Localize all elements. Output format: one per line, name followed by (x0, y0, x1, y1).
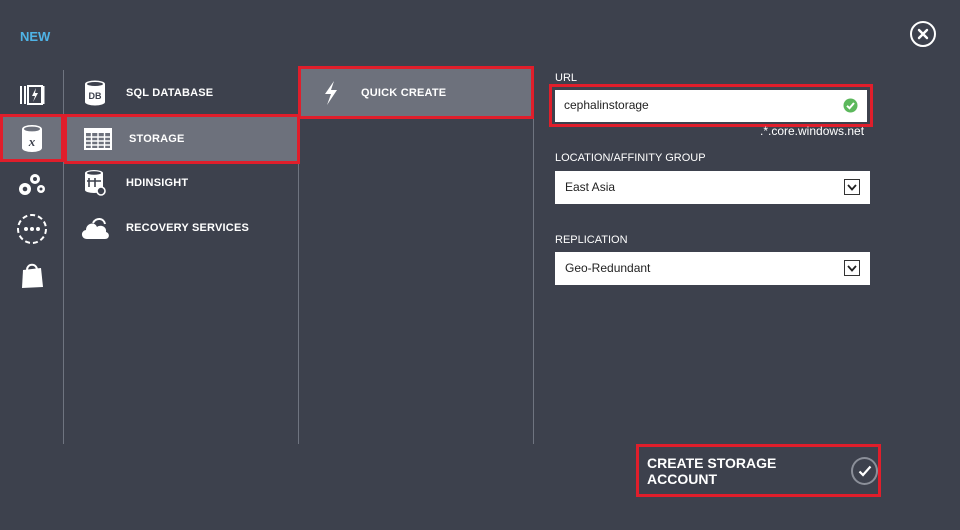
chevron-down-icon (844, 179, 860, 195)
store-icon[interactable] (0, 252, 64, 297)
service-hdinsight[interactable]: HDINSIGHT (64, 160, 298, 205)
db-icon: DB (85, 80, 105, 105)
service-label: RECOVERY SERVICES (126, 221, 250, 234)
create-button-label: CREATE STORAGE ACCOUNT (647, 454, 777, 487)
action-quick-create[interactable]: QUICK CREATE (298, 66, 534, 119)
action-label: QUICK CREATE (361, 86, 447, 99)
close-icon (917, 28, 929, 40)
service-sql-database[interactable]: DB SQL DATABASE (64, 70, 298, 115)
data-services-icon[interactable]: x (0, 114, 64, 162)
service-storage[interactable]: STORAGE (64, 114, 300, 164)
location-select-value: East Asia (565, 180, 616, 194)
location-label: LOCATION/AFFINITY GROUP (555, 152, 706, 164)
checkmark-icon (851, 456, 878, 485)
url-input[interactable]: cephalinstorage (555, 90, 867, 122)
replication-select-value: Geo-Redundant (565, 261, 651, 275)
svg-text:x: x (28, 134, 36, 149)
service-label: HDINSIGHT (126, 176, 189, 189)
svg-text:DB: DB (89, 91, 102, 101)
service-recovery-services[interactable]: RECOVERY SERVICES (64, 205, 298, 250)
chevron-down-icon (844, 260, 860, 276)
cloud-icon (81, 217, 109, 239)
replication-label: REPLICATION (555, 234, 628, 246)
service-label: SQL DATABASE (126, 86, 214, 99)
network-services-icon[interactable] (0, 206, 64, 251)
valid-check-icon (843, 98, 858, 113)
storage-grid-icon (84, 128, 112, 150)
url-input-value: cephalinstorage (564, 98, 649, 112)
close-button[interactable] (910, 21, 936, 47)
app-services-icon[interactable] (0, 162, 64, 207)
url-label: URL (555, 72, 578, 84)
url-suffix: .*.core.windows.net (760, 124, 865, 138)
divider-3 (533, 70, 534, 444)
lightning-icon (325, 80, 337, 105)
replication-select[interactable]: Geo-Redundant (555, 252, 870, 285)
web-sites-icon[interactable] (0, 72, 64, 117)
hdinsight-icon (85, 169, 106, 196)
location-select[interactable]: East Asia (555, 171, 870, 204)
service-label: STORAGE (129, 133, 185, 145)
dialog-title: NEW (20, 29, 51, 44)
create-storage-account-button[interactable]: CREATE STORAGE ACCOUNT (636, 444, 881, 497)
